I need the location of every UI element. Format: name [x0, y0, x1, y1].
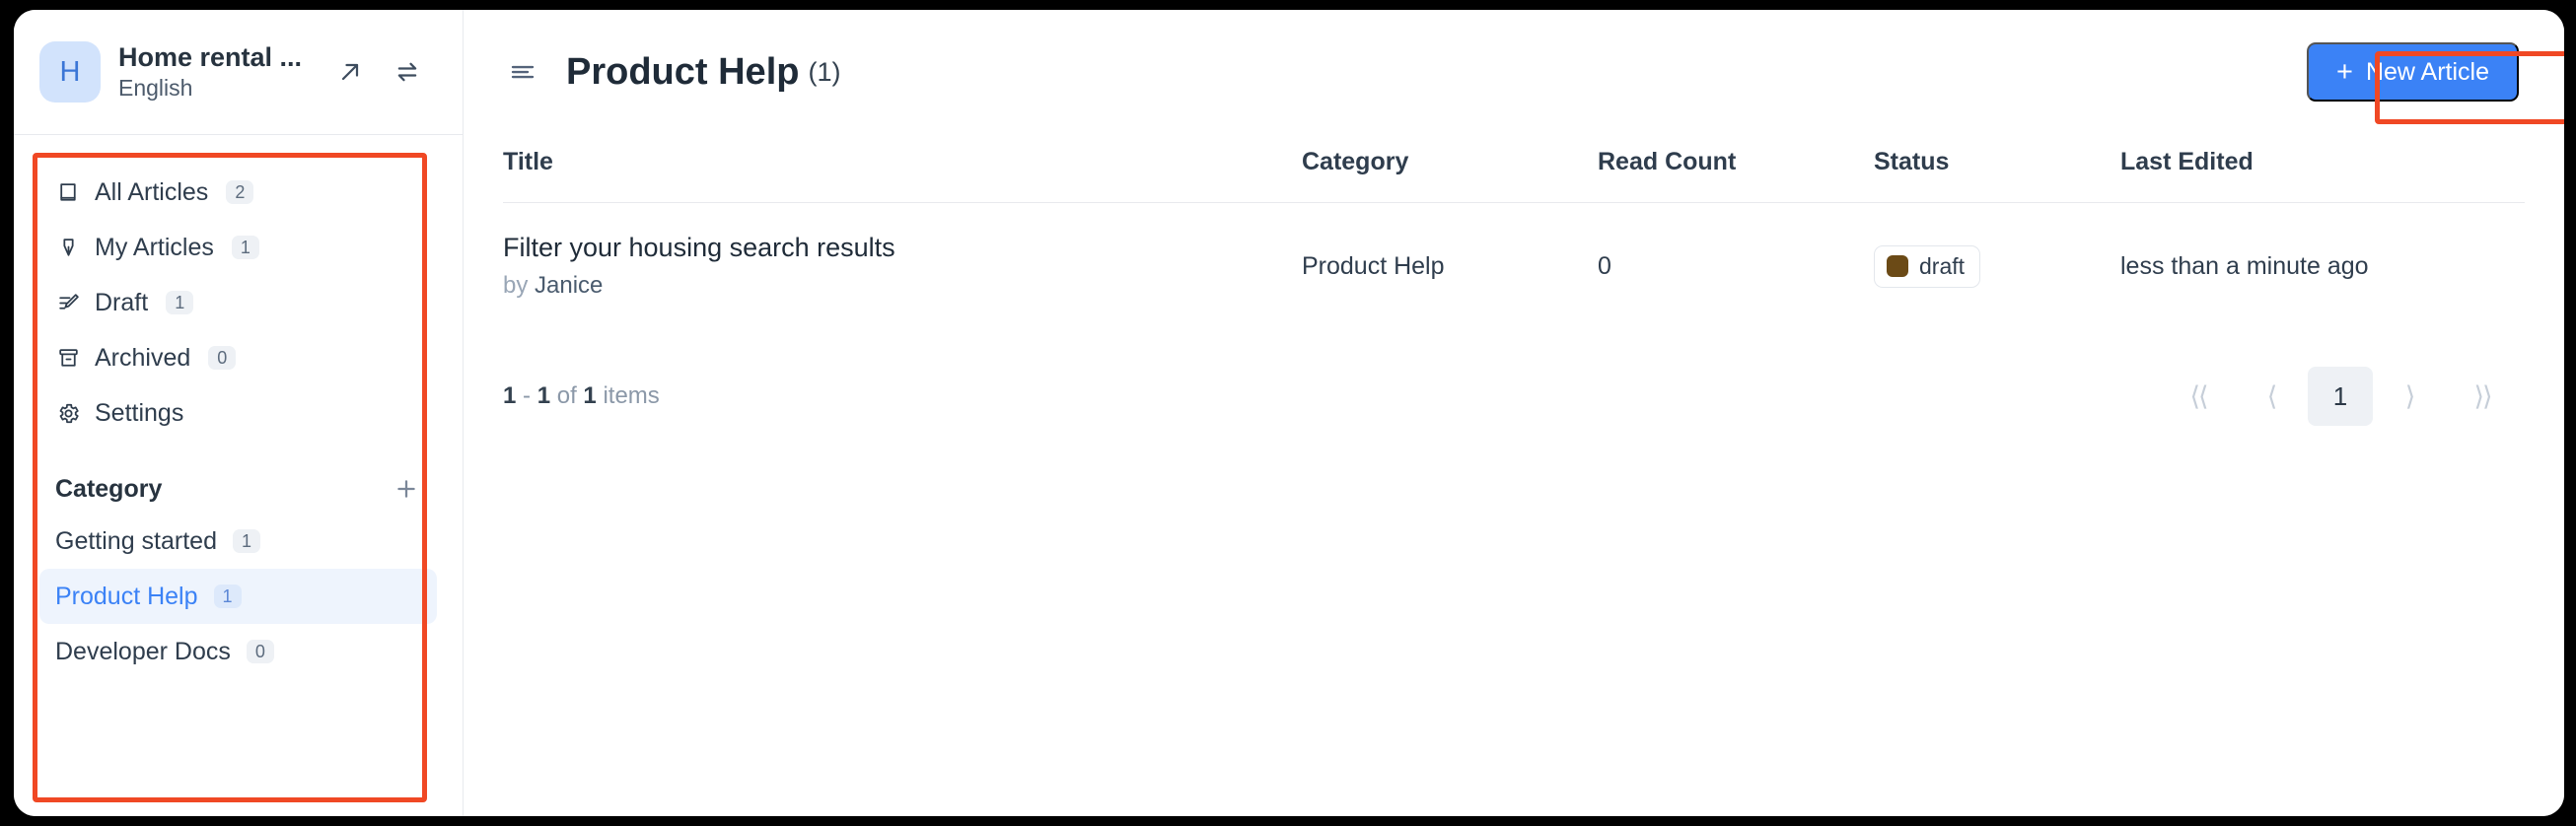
sidebar-item-developer-docs[interactable]: Developer Docs 0: [39, 624, 437, 679]
column-header-status[interactable]: Status: [1874, 134, 2120, 203]
article-author: Janice: [535, 272, 604, 299]
sidebar-item-label: My Articles: [95, 233, 214, 261]
column-header-title[interactable]: Title: [503, 134, 1302, 203]
range-start: 1: [503, 382, 517, 409]
article-title: Filter your housing search results: [503, 233, 895, 262]
category-item-label: Product Help: [55, 582, 198, 610]
workspace-language: English: [118, 75, 193, 101]
column-header-category[interactable]: Category: [1302, 134, 1598, 203]
column-header-last-edited[interactable]: Last Edited: [2120, 134, 2525, 203]
category-section-header: Category: [14, 441, 463, 514]
articles-table: Title Category Read Count Status Last Ed…: [503, 134, 2525, 333]
app-window: H Home rental ... English All Articles 2…: [14, 10, 2564, 816]
sidebar-item-archived[interactable]: Archived 0: [39, 330, 437, 385]
workspace-header: H Home rental ... English: [14, 10, 463, 134]
pagination-last-button[interactable]: ⟩⟩: [2446, 367, 2519, 426]
status-color-dot: [1887, 255, 1908, 277]
main-header: Product Help (1) + New Article: [464, 10, 2564, 134]
pencil-lines-icon: [55, 290, 81, 315]
pagination-first-button[interactable]: ⟨⟨: [2162, 367, 2235, 426]
sidebar-item-count: 2: [226, 180, 254, 204]
table-body: Filter your housing search results by Ja…: [503, 203, 2525, 334]
category-item-label: Developer Docs: [55, 637, 231, 665]
pen-nib-icon: [55, 235, 81, 260]
plus-icon: +: [2336, 55, 2353, 88]
sidebar-item-product-help[interactable]: Product Help 1: [39, 569, 437, 624]
hamburger-menu-icon[interactable]: [503, 52, 542, 92]
category-list: Getting started 1 Product Help 1 Develop…: [14, 514, 463, 679]
of-label: of: [556, 382, 577, 409]
article-byline: by Janice: [503, 272, 1302, 300]
gear-icon: [55, 400, 81, 426]
workspace-meta: Home rental ... English: [118, 42, 302, 102]
table-head: Title Category Read Count Status Last Ed…: [503, 134, 2525, 203]
range-end: 1: [537, 382, 551, 409]
swap-arrows-icon[interactable]: [391, 55, 424, 89]
external-link-arrow-icon[interactable]: [333, 55, 367, 89]
new-article-button[interactable]: + New Article: [2307, 42, 2519, 102]
category-item-label: Getting started: [55, 526, 217, 555]
pagination-page-1[interactable]: 1: [2308, 367, 2373, 426]
category-section-title: Category: [55, 474, 163, 503]
sidebar-item-label: All Articles: [95, 177, 209, 206]
cell-read-count: 0: [1598, 251, 1611, 280]
range-dash: -: [523, 382, 532, 409]
sidebar-navigation: All Articles 2 My Articles 1 Draft 1 Arc…: [14, 135, 463, 441]
page-title: Product Help: [566, 50, 800, 93]
sidebar-item-draft[interactable]: Draft 1: [39, 275, 437, 330]
sidebar-item-label: Draft: [95, 288, 149, 316]
pagination: ⟨⟨ ⟨ 1 ⟩ ⟩⟩: [2162, 367, 2519, 426]
category-item-count: 1: [213, 585, 242, 608]
sidebar-item-settings[interactable]: Settings: [39, 385, 437, 441]
workspace-actions: [333, 55, 424, 89]
table-footer: 1 - 1 of 1 items ⟨⟨ ⟨ 1 ⟩ ⟩⟩: [464, 333, 2564, 426]
cell-category: Product Help: [1302, 251, 1445, 280]
table-header-row: Title Category Read Count Status Last Ed…: [503, 134, 2525, 203]
sidebar-item-count: 0: [208, 346, 237, 370]
main-content: Product Help (1) + New Article Title Cat…: [464, 10, 2564, 816]
cell-last-edited: less than a minute ago: [2120, 251, 2369, 280]
status-label: draft: [1919, 252, 1966, 279]
new-article-button-label: New Article: [2365, 57, 2489, 86]
category-item-count: 0: [246, 640, 274, 663]
items-summary: 1 - 1 of 1 items: [503, 382, 660, 410]
sidebar-item-count: 1: [166, 291, 194, 314]
archive-box-icon: [55, 345, 81, 371]
total-count: 1: [583, 382, 597, 409]
column-header-read-count[interactable]: Read Count: [1598, 134, 1874, 203]
cell-status: draft: [1874, 203, 2120, 334]
workspace-name: Home rental ...: [118, 42, 303, 72]
category-item-count: 1: [232, 529, 260, 553]
sidebar-item-label: Archived: [95, 343, 191, 372]
workspace-avatar: H: [39, 41, 101, 103]
pagination-next-button[interactable]: ⟩: [2373, 367, 2446, 426]
sidebar-item-all-articles[interactable]: All Articles 2: [39, 165, 437, 220]
sidebar-item-getting-started[interactable]: Getting started 1: [39, 514, 437, 569]
sidebar-item-my-articles[interactable]: My Articles 1: [39, 220, 437, 275]
plus-icon[interactable]: [392, 474, 421, 504]
sidebar-item-label: Settings: [95, 398, 184, 427]
items-label: items: [603, 382, 660, 409]
status-badge[interactable]: draft: [1874, 244, 1981, 288]
cell-title[interactable]: Filter your housing search results by Ja…: [503, 203, 1302, 334]
byline-prefix: by: [503, 272, 529, 299]
book-icon: [55, 179, 81, 205]
sidebar: H Home rental ... English All Articles 2…: [14, 10, 464, 816]
table-row[interactable]: Filter your housing search results by Ja…: [503, 203, 2525, 334]
sidebar-item-count: 1: [231, 236, 259, 259]
page-title-count: (1): [808, 56, 841, 87]
pagination-prev-button[interactable]: ⟨: [2235, 367, 2308, 426]
